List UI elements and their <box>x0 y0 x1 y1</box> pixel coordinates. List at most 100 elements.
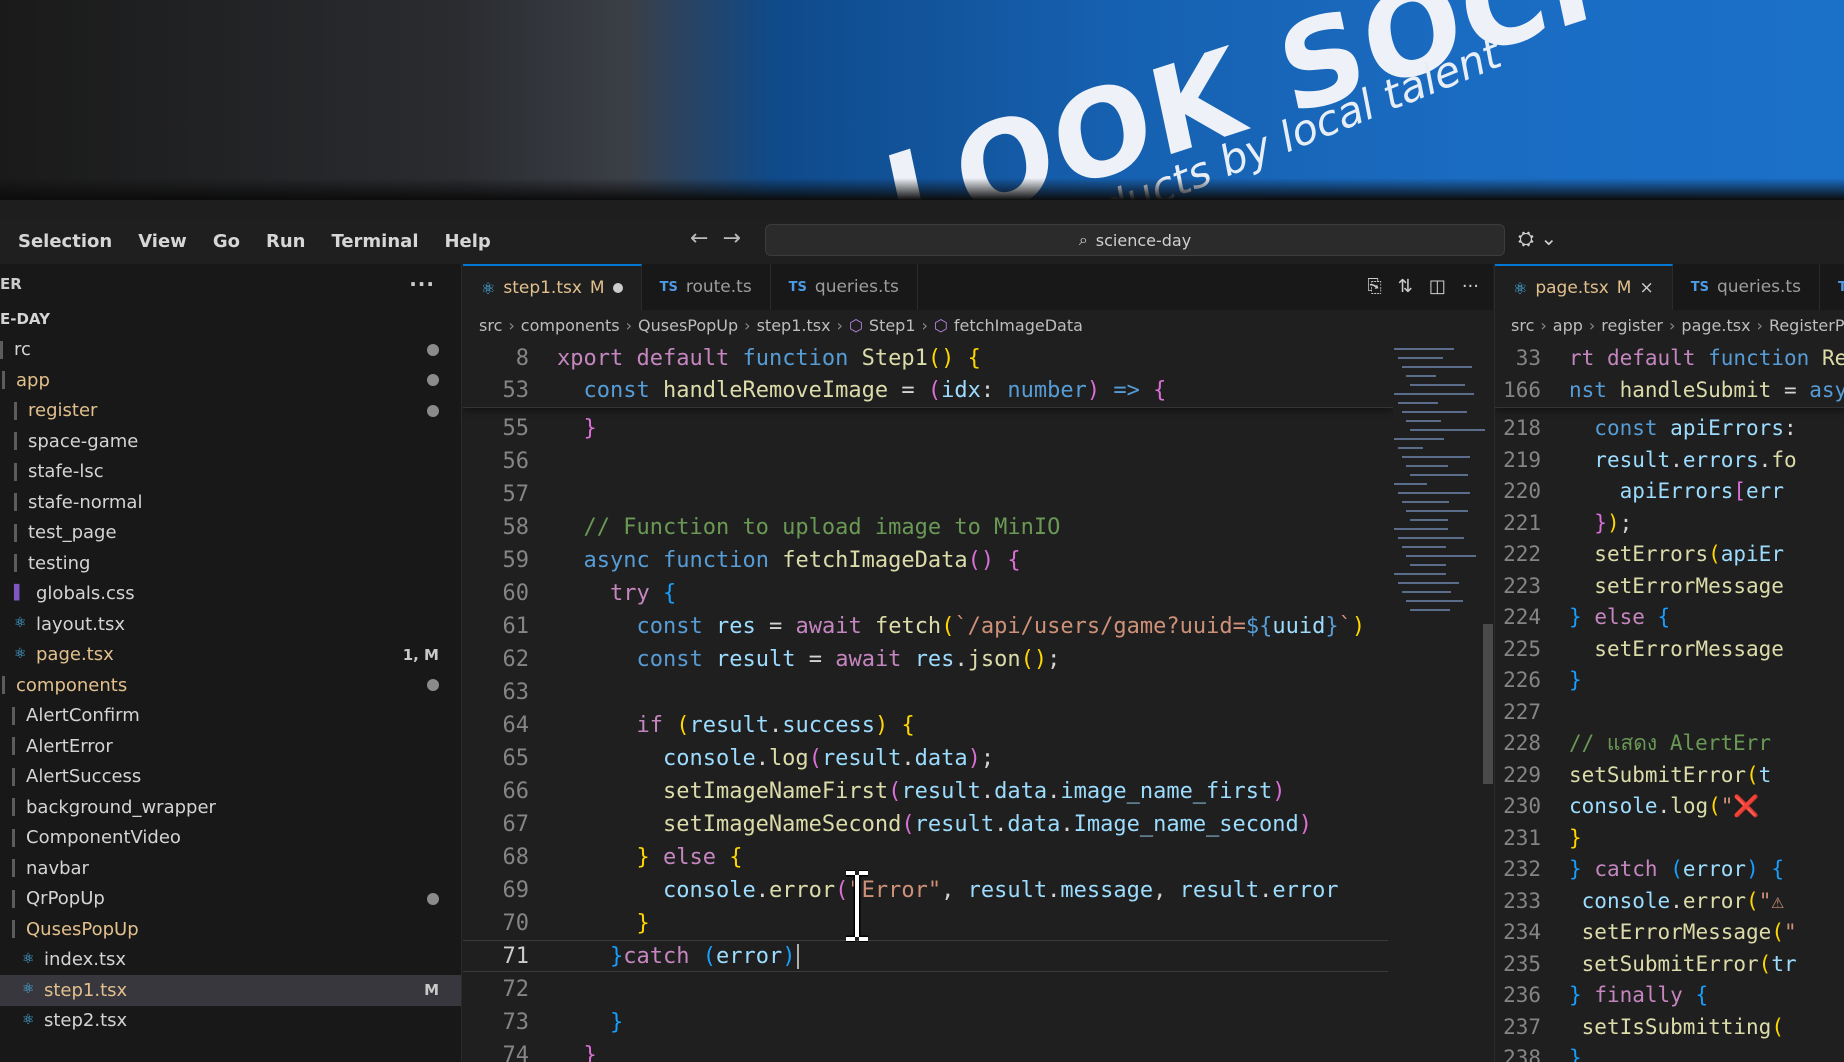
css-file-icon: ▌ <box>14 584 25 601</box>
more-actions-icon[interactable]: ··· <box>1462 276 1479 297</box>
vertical-scrollbar[interactable] <box>1483 624 1493 784</box>
command-center-search[interactable]: ⌕ science-day <box>765 224 1505 256</box>
breadcrumb-item[interactable]: Step1 <box>869 316 916 335</box>
code-editor[interactable]: 8 xport default function Step1() {53 cons… <box>463 340 1393 1062</box>
tree-item[interactable]: ⚛ step2.tsx <box>0 1006 461 1037</box>
breadcrumb-item[interactable]: fetchImageData <box>954 316 1083 335</box>
copilot-icon[interactable]: ⛭ ⌄ <box>1518 226 1557 250</box>
tree-item[interactable]: test_page <box>0 518 461 549</box>
breadcrumb-item[interactable]: src <box>1511 316 1534 335</box>
line-number: 234 <box>1503 920 1541 944</box>
folder-indent-guide <box>2 676 12 695</box>
close-icon[interactable]: × <box>1639 278 1653 298</box>
forward-arrow-icon[interactable]: → <box>722 226 740 251</box>
tree-item[interactable]: AlertSuccess <box>0 762 461 793</box>
code-text: console.log("❌ <box>1569 793 1760 818</box>
ts-icon: TS <box>1690 279 1709 295</box>
explorer-sidebar: ER ··· E-DAY rc app register space-game stafe… <box>0 264 462 1062</box>
code-line: 58 // Function to upload image to MinIO <box>463 511 1393 543</box>
menu-item-view[interactable]: View <box>128 227 197 256</box>
unsaved-dot-icon[interactable] <box>612 283 623 293</box>
minimap-line <box>1402 456 1470 458</box>
compare-icon[interactable]: ⇅ <box>1398 276 1413 297</box>
breadcrumb-item[interactable]: register <box>1601 316 1663 335</box>
tree-item[interactable]: background_wrapper <box>0 792 461 823</box>
tree-item[interactable]: ⚛ index.tsx <box>0 945 461 976</box>
code-text: setErrorMessage(" <box>1581 920 1797 944</box>
line-number: 33 <box>1515 346 1541 370</box>
minimap-line <box>1406 375 1436 377</box>
sticky-line: 8 xport default function Step1() { <box>463 342 1393 374</box>
line-number: 56 <box>502 448 530 474</box>
react-icon: ⚛ <box>481 278 496 298</box>
tab-route-ts[interactable]: TS route.ts <box>642 264 771 310</box>
tree-item[interactable]: space-game <box>0 426 461 457</box>
code-text: console.error("⚠ <box>1581 888 1784 913</box>
breadcrumb-item[interactable]: QusesPopUp <box>638 316 738 335</box>
more-actions-icon[interactable]: ··· <box>409 272 435 296</box>
tab-page-tsx[interactable]: ⚛ page.tsx M × <box>1495 264 1673 310</box>
tree-item[interactable]: ⚛ step1.tsx M <box>0 975 461 1006</box>
tree-item[interactable]: ▌ globals.css <box>0 579 461 610</box>
tab-queries-ts[interactable]: TS queries.ts <box>1673 264 1820 310</box>
line-number: 68 <box>502 844 530 870</box>
tree-item[interactable]: rc <box>0 335 461 366</box>
tree-item[interactable]: register <box>0 396 461 427</box>
file-tree: E-DAY rc app register space-game stafe-lsc sta… <box>0 304 461 1036</box>
breadcrumb-item[interactable]: RegisterP <box>1769 316 1844 335</box>
tab-queries-ts[interactable]: TS queries.ts <box>771 264 918 310</box>
menu-item-help[interactable]: Help <box>434 227 500 256</box>
tree-item[interactable]: app <box>0 365 461 396</box>
code-text: } <box>583 1042 597 1062</box>
menu-item-go[interactable]: Go <box>203 227 250 256</box>
back-arrow-icon[interactable]: ← <box>690 226 708 251</box>
chevron-right-icon: › <box>744 315 751 335</box>
react-file-icon: ⚛ <box>22 950 35 967</box>
tree-item[interactable]: ⚛ page.tsx 1, M <box>0 640 461 671</box>
tree-item[interactable]: components <box>0 670 461 701</box>
code-text: // แสดง AlertErr <box>1569 730 1771 755</box>
breadcrumb-item[interactable]: page.tsx <box>1681 316 1750 335</box>
tab-route[interactable]: TSroute <box>1820 264 1844 310</box>
tree-item[interactable]: ⚛ layout.tsx <box>0 609 461 640</box>
minimap[interactable] <box>1388 340 1488 1062</box>
tree-item[interactable]: E-DAY <box>0 304 461 335</box>
tab-status: M <box>589 278 605 298</box>
breadcrumb-item[interactable]: step1.tsx <box>757 316 831 335</box>
breadcrumb-item[interactable]: components <box>521 316 620 335</box>
code-editor[interactable]: 33 rt default function Reg 166 nst handleSu… <box>1495 340 1844 1062</box>
code-line: 237 setIsSubmitting( <box>1495 1011 1844 1043</box>
tree-item[interactable]: ComponentVideo <box>0 823 461 854</box>
breadcrumb-item[interactable]: src <box>479 316 502 335</box>
history-navigation: ← → <box>690 226 741 251</box>
split-editor-icon[interactable]: ◫ <box>1429 276 1446 297</box>
tree-item-label: rc <box>14 339 31 361</box>
tree-item[interactable]: QrPopUp <box>0 884 461 915</box>
tree-item[interactable]: QusesPopUp <box>0 914 461 945</box>
open-changes-icon[interactable]: ⎘ <box>1367 276 1381 297</box>
editor-tabs: ⚛ page.tsx M × TS queries.ts TSroute <box>1495 264 1844 310</box>
line-number: 230 <box>1503 794 1541 818</box>
tree-item[interactable]: AlertConfirm <box>0 701 461 732</box>
code-line: 71 }catch (error)​ <box>463 940 1393 972</box>
tree-item[interactable]: AlertError <box>0 731 461 762</box>
minimap-line <box>1406 420 1441 422</box>
menu-item-terminal[interactable]: Terminal <box>321 227 428 256</box>
menu-item-run[interactable]: Run <box>256 227 316 256</box>
tree-item[interactable]: testing <box>0 548 461 579</box>
tree-item[interactable]: navbar <box>0 853 461 884</box>
tree-item-label: E-DAY <box>0 310 50 329</box>
sticky-line: 53 const handleRemoveImage = (idx: numbe… <box>463 374 1393 406</box>
tree-item[interactable]: stafe-normal <box>0 487 461 518</box>
code-line: 62 const result = await res.json(); <box>463 643 1393 675</box>
breadcrumb-item[interactable]: app <box>1553 316 1583 335</box>
minimap-line <box>1402 546 1446 548</box>
line-number: 225 <box>1503 636 1541 661</box>
code-text: } else { <box>636 844 743 870</box>
tab-step1-tsx[interactable]: ⚛ step1.tsx M <box>463 264 642 310</box>
minimap-line <box>1410 384 1465 386</box>
menu-item-selection[interactable]: Selection <box>8 227 122 256</box>
tree-item[interactable]: stafe-lsc <box>0 457 461 488</box>
code-text: apiErrors[err <box>1619 479 1784 503</box>
minimap-line <box>1394 348 1454 350</box>
